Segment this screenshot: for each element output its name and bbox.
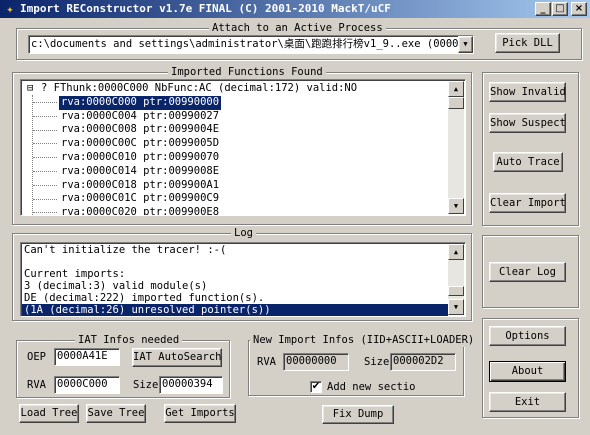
process-dropdown-button[interactable]: ▼: [458, 36, 473, 53]
tree-connector: [33, 129, 57, 131]
iat-group-label: IAT Infos needed: [75, 333, 183, 347]
fix-dump-button[interactable]: Fix Dump: [322, 405, 394, 424]
tree-item[interactable]: rva:0000C018 ptr:009900A1: [59, 179, 221, 193]
about-button[interactable]: About: [489, 361, 566, 382]
tree-item[interactable]: rva:0000C008 ptr:0099004E: [59, 123, 221, 137]
log-line[interactable]: 3 (decimal:3) valid module(s): [24, 280, 207, 292]
tree-item[interactable]: rva:0000C01C ptr:009900C9: [59, 192, 221, 206]
tree-connector: [33, 143, 57, 145]
imports-group-label: Imported Functions Found: [168, 65, 326, 79]
clear-log-button[interactable]: Clear Log: [489, 262, 566, 282]
close-button[interactable]: ×: [571, 2, 587, 16]
log-line[interactable]: Can't initialize the tracer! :-(: [24, 244, 226, 256]
auto-trace-button[interactable]: Auto Trace: [493, 152, 563, 172]
scroll-up-icon[interactable]: ▲: [448, 81, 464, 97]
size-label: Size: [133, 379, 159, 391]
tree-item[interactable]: rva:0000C000 ptr:00990000: [59, 95, 222, 110]
rva-label: RVA: [27, 379, 46, 391]
tree-item[interactable]: rva:0000C00C ptr:0099005D: [59, 137, 221, 151]
oep-field[interactable]: 0000A41E: [54, 348, 120, 366]
scroll-thumb[interactable]: [448, 97, 464, 109]
rva-field[interactable]: 0000C000: [54, 376, 120, 394]
app-icon: ✦: [6, 2, 14, 16]
tree-item[interactable]: rva:0000C010 ptr:00990070: [59, 151, 221, 165]
tree-item[interactable]: rva:0000C004 ptr:00990027: [59, 110, 221, 124]
exit-button[interactable]: Exit: [489, 392, 566, 412]
imports-scrollbar[interactable]: ▲ ▼: [448, 81, 464, 214]
show-invalid-button[interactable]: Show Invalid: [489, 82, 566, 102]
add-section-checkbox[interactable]: ✔: [310, 381, 322, 393]
minimize-button[interactable]: _: [535, 2, 551, 16]
tree-connector: [33, 184, 57, 186]
tree-connector: [33, 171, 57, 172]
options-button[interactable]: Options: [489, 326, 566, 346]
get-imports-button[interactable]: Get Imports: [164, 404, 236, 423]
tree-connector: [33, 212, 57, 214]
process-select[interactable]: c:\documents and settings\administrator\…: [28, 35, 474, 54]
log-scroll-down-icon[interactable]: ▼: [448, 299, 464, 315]
checkmark-icon: ✔: [311, 381, 321, 392]
log-scroll-up-icon[interactable]: ▲: [448, 244, 464, 260]
size-field[interactable]: 00000394: [159, 376, 223, 394]
log-scroll-thumb[interactable]: [448, 286, 464, 296]
new-size-field: 000002D2: [390, 353, 456, 371]
window-title: Import REConstructor v1.7e FINAL (C) 200…: [20, 2, 391, 15]
process-select-value: c:\documents and settings\administrator\…: [31, 38, 465, 50]
add-section-label: Add new sectio: [327, 381, 416, 393]
tree-item[interactable]: rva:0000C020 ptr:009900E8: [59, 206, 221, 215]
log-line[interactable]: (1A (decimal:26) unresolved pointer(s)): [22, 304, 448, 316]
clear-imports-button[interactable]: Clear Imports: [489, 193, 566, 213]
pick-dll-button[interactable]: Pick DLL: [495, 33, 560, 53]
log-list[interactable]: Can't initialize the tracer! :-( Current …: [20, 242, 466, 317]
maximize-button[interactable]: □: [552, 2, 568, 16]
new-rva-field: 00000000: [283, 353, 349, 371]
tree-connector: [33, 115, 57, 117]
log-scrollbar[interactable]: ▲ ▼: [448, 244, 464, 315]
oep-label: OEP: [27, 351, 46, 363]
tree-branch-line: [32, 95, 33, 215]
load-tree-button[interactable]: Load Tree: [19, 404, 79, 423]
log-line[interactable]: Current imports:: [24, 268, 125, 280]
tree-connector: [33, 102, 57, 103]
tree-connector: [33, 198, 57, 200]
tree-expander-icon[interactable]: ⊟: [27, 82, 33, 96]
show-suspect-button[interactable]: Show Suspect: [489, 113, 566, 133]
tree-connector: [33, 157, 57, 159]
thunk-node[interactable]: ? FThunk:0000C000 NbFunc:AC (decimal:172…: [41, 82, 357, 96]
tree-item[interactable]: rva:0000C014 ptr:0099008E: [59, 165, 221, 179]
iat-autosearch-button[interactable]: IAT AutoSearch: [132, 348, 222, 367]
log-line[interactable]: DE (decimal:222) imported function(s).: [24, 292, 264, 304]
log-group-label: Log: [231, 226, 256, 240]
new-rva-label: RVA: [257, 356, 276, 368]
new-size-label: Size: [364, 356, 390, 368]
new-import-group-label: New Import Infos (IID+ASCII+LOADER): [250, 333, 478, 347]
imports-tree[interactable]: ⊟ ? FThunk:0000C000 NbFunc:AC (decimal:1…: [20, 79, 466, 216]
chevron-down-icon: ▼: [463, 40, 468, 48]
save-tree-button[interactable]: Save Tree: [86, 404, 146, 423]
scroll-down-icon[interactable]: ▼: [448, 198, 464, 214]
title-bar: ✦ Import REConstructor v1.7e FINAL (C) 2…: [0, 0, 590, 18]
attach-group-label: Attach to an Active Process: [209, 21, 386, 35]
